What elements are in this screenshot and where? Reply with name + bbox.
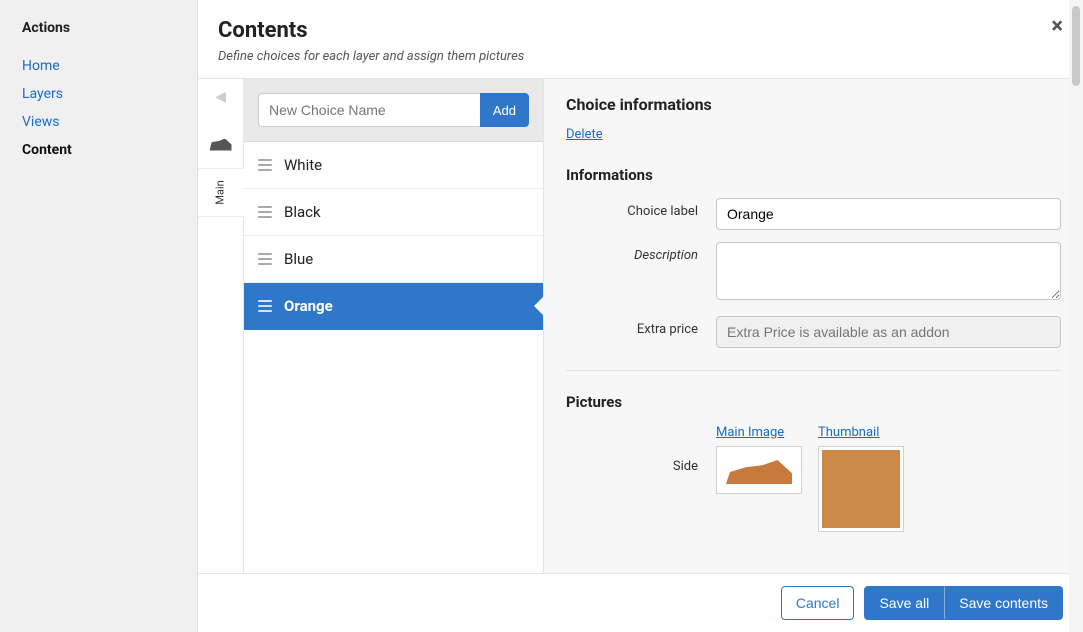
- details-section-title: Choice informations: [566, 95, 1061, 114]
- choice-label-input[interactable]: [716, 198, 1061, 230]
- thumbnail-group: Thumbnail: [818, 425, 904, 536]
- sidebar-item-content[interactable]: Content: [22, 136, 197, 164]
- extra-price-label: Extra price: [566, 316, 716, 337]
- footer: Cancel Save all Save contents: [198, 574, 1083, 632]
- sidebar: Actions Home Layers Views Content: [0, 0, 198, 632]
- pictures-side-label: Side: [566, 425, 716, 536]
- pictures-heading: Pictures: [566, 393, 1061, 411]
- close-icon[interactable]: ×: [1051, 14, 1063, 39]
- page-title: Contents: [218, 18, 1063, 43]
- sidebar-item-layers[interactable]: Layers: [22, 80, 197, 108]
- back-icon[interactable]: ◀: [215, 89, 226, 105]
- choices-panel: Add White Black Blue Orange: [244, 79, 544, 573]
- thumbnail-box[interactable]: [818, 446, 904, 532]
- save-contents-button[interactable]: Save contents: [944, 586, 1063, 620]
- choice-label: Orange: [284, 297, 333, 315]
- choice-item-black[interactable]: Black: [244, 189, 543, 236]
- description-label: Description: [566, 242, 716, 263]
- scrollbar-thumb[interactable]: [1072, 6, 1080, 86]
- shoe-icon: [210, 139, 232, 151]
- choice-item-white[interactable]: White: [244, 142, 543, 189]
- layer-tab-main[interactable]: Main: [198, 169, 244, 217]
- choice-item-orange[interactable]: Orange: [244, 283, 543, 330]
- divider: [566, 370, 1061, 371]
- layer-tab-main-label: Main: [214, 180, 227, 204]
- choice-label: Blue: [284, 250, 313, 268]
- shoe-shape-icon: [726, 460, 792, 484]
- layer-tabs: ◀ Main: [198, 79, 244, 573]
- page-subtitle: Define choices for each layer and assign…: [218, 49, 1063, 64]
- main-image-box[interactable]: [716, 446, 802, 494]
- main: Contents Define choices for each layer a…: [198, 0, 1083, 632]
- choice-label: White: [284, 156, 322, 174]
- choice-label-label: Choice label: [566, 198, 716, 219]
- info-heading: Informations: [566, 166, 1061, 184]
- header: Contents Define choices for each layer a…: [198, 0, 1083, 79]
- save-all-button[interactable]: Save all: [864, 586, 944, 620]
- extra-price-input: [716, 316, 1061, 348]
- choice-label: Black: [284, 203, 321, 221]
- drag-handle-icon[interactable]: [258, 159, 272, 171]
- thumbnail-link[interactable]: Thumbnail: [818, 425, 904, 440]
- sidebar-heading: Actions: [22, 20, 197, 36]
- drag-handle-icon[interactable]: [258, 206, 272, 218]
- layer-tab-shoe[interactable]: [198, 121, 244, 169]
- main-image-placeholder: [720, 450, 798, 490]
- pictures-row: Side Main Image Thumbnail: [566, 425, 1061, 536]
- sidebar-item-views[interactable]: Views: [22, 108, 197, 136]
- new-choice-input[interactable]: [258, 93, 480, 127]
- delete-link[interactable]: Delete: [566, 127, 603, 142]
- main-image-link[interactable]: Main Image: [716, 425, 802, 440]
- details-panel: Choice informations Delete Informations …: [544, 79, 1083, 573]
- cancel-button[interactable]: Cancel: [781, 586, 855, 620]
- main-image-group: Main Image: [716, 425, 802, 536]
- description-input[interactable]: [716, 242, 1061, 300]
- sidebar-item-home[interactable]: Home: [22, 52, 197, 80]
- thumbnail-swatch: [822, 450, 900, 528]
- scrollbar[interactable]: [1069, 0, 1083, 632]
- add-choice-button[interactable]: Add: [480, 93, 529, 127]
- choice-item-blue[interactable]: Blue: [244, 236, 543, 283]
- drag-handle-icon[interactable]: [258, 253, 272, 265]
- drag-handle-icon[interactable]: [258, 300, 272, 312]
- body: ◀ Main Add White Black: [198, 79, 1083, 574]
- save-button-group: Save all Save contents: [864, 586, 1063, 620]
- new-choice-row: Add: [244, 79, 543, 142]
